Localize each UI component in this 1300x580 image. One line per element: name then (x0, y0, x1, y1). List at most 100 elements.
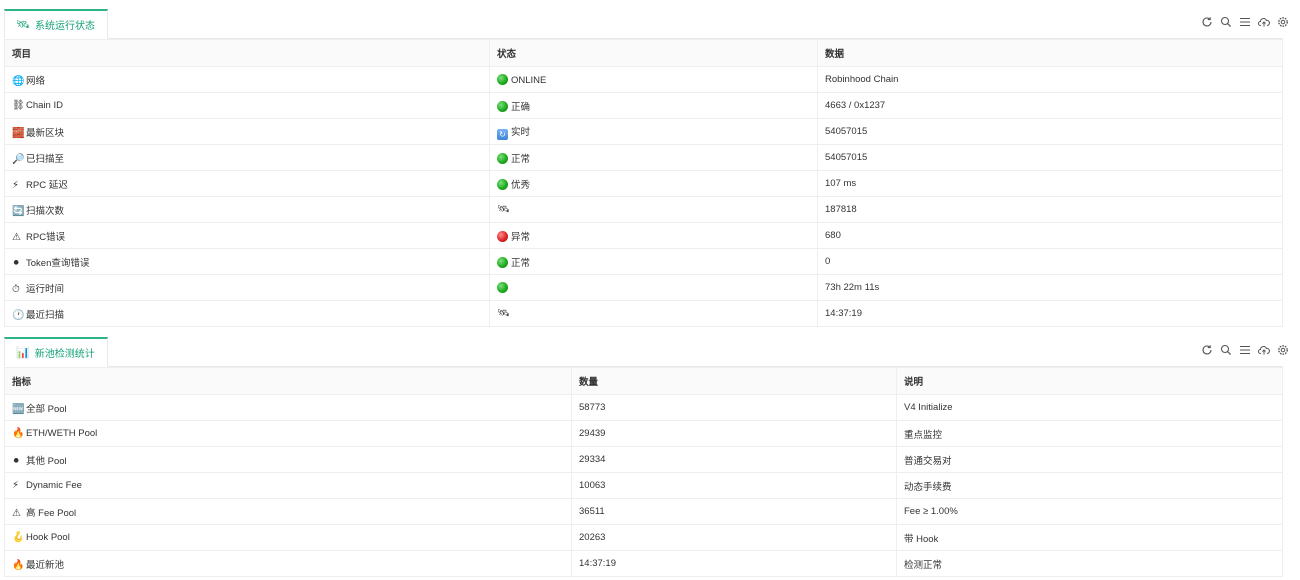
system-status-panel: 🛰 系统运行状态 项目 状态 数据 🌐 网络 ONLINE Robinhood Cha… (4, 9, 1288, 327)
data-cell: 54057015 (817, 118, 1283, 145)
item-cell: 🔄 扫描次数 (4, 196, 490, 223)
tab-label: 系统运行状态 (34, 21, 95, 32)
item-cell: ⚡ RPC 延迟 (4, 170, 490, 197)
count-cell: 29439 (571, 420, 897, 447)
item-label: Token查询错误 (26, 257, 90, 269)
status-text: ONLINE (511, 74, 547, 86)
warning-icon: ⚠ (12, 507, 21, 519)
data-cell: 0 (817, 248, 1283, 275)
brick-icon: 🧱 (12, 127, 25, 139)
metric-cell: 🔥 ETH/WETH Pool (4, 420, 572, 447)
refresh-icon[interactable] (1200, 343, 1213, 356)
settings-icon[interactable] (1276, 15, 1289, 28)
fire-icon: 🔥 (12, 559, 25, 571)
table-row: 🔥 最近新池 14:37:19 检测正常 (4, 550, 1283, 577)
tab-pool-stats[interactable]: 📊 新池检测统计 (4, 337, 108, 367)
count-cell: 36511 (571, 498, 897, 525)
search-icon[interactable] (1219, 15, 1232, 28)
data-cell: 4663 / 0x1237 (817, 92, 1283, 119)
settings-icon[interactable] (1276, 343, 1289, 356)
count-cell: 10063 (571, 472, 897, 499)
table-row: ⚫ Token查询错误 正常 0 (4, 248, 1283, 275)
list-icon[interactable] (1238, 343, 1251, 356)
bar-chart-icon: 📊 (16, 347, 30, 359)
column-header-count[interactable]: 数量 (571, 367, 897, 395)
item-label: RPC错误 (26, 231, 66, 243)
table-row: 🕐 最近扫描 🛰 14:37:19 (4, 300, 1283, 327)
status-cell: ONLINE (489, 66, 818, 93)
status-cell: ↻ 实时 (489, 118, 818, 145)
table-header-row: 项目 状态 数据 (4, 39, 1283, 67)
chain-icon: ⛓ (12, 100, 25, 111)
status-green-icon (497, 281, 508, 293)
status-satellite-icon: 🛰 (497, 308, 510, 319)
item-label: 扫描次数 (26, 205, 65, 217)
item-cell: 🕐 最近扫描 (4, 300, 490, 327)
item-cell: 🔎 已扫描至 (4, 144, 490, 171)
column-header-metric[interactable]: 指标 (4, 367, 572, 395)
list-icon[interactable] (1238, 15, 1251, 28)
metric-label: 全部 Pool (26, 403, 67, 415)
status-cell: 🛰 (489, 196, 818, 223)
column-header-data[interactable]: 数据 (817, 39, 1283, 67)
description-cell: 普通交易对 (896, 446, 1283, 473)
item-label: Chain ID (26, 100, 63, 111)
cloud-upload-icon[interactable] (1257, 343, 1270, 356)
table-row: 🌐 网络 ONLINE Robinhood Chain (4, 66, 1283, 93)
globe-icon: 🌐 (12, 75, 25, 87)
item-cell: ⏱ 运行时间 (4, 274, 490, 301)
column-header-description[interactable]: 说明 (896, 367, 1283, 395)
item-cell: ⛓Chain ID (4, 92, 490, 119)
refresh-icon[interactable] (1200, 15, 1213, 28)
table-header-row: 指标 数量 说明 (4, 367, 1283, 395)
item-cell: ⚫ Token查询错误 (4, 248, 490, 275)
status-text: 异常 (511, 231, 531, 243)
status-table: 项目 状态 数据 🌐 网络 ONLINE Robinhood Chain ⛓Chain … (4, 39, 1283, 327)
status-cell (489, 274, 818, 301)
item-label: 网络 (26, 75, 46, 87)
stopwatch-icon: ⏱ (12, 283, 20, 295)
table-row: ⚠ RPC错误 异常 680 (4, 222, 1283, 249)
description-cell: 检测正常 (896, 550, 1283, 577)
item-label: 已扫描至 (26, 153, 65, 165)
tab-bar: 📊 新池检测统计 (4, 337, 1288, 367)
description-cell: Fee ≥ 1.00% (896, 498, 1283, 525)
table-row: ⚫ 其他 Pool 29334 普通交易对 (4, 446, 1283, 473)
hook-icon: 🪝 (12, 532, 25, 543)
status-green-icon (497, 178, 508, 190)
data-cell: 54057015 (817, 144, 1283, 171)
cloud-upload-icon[interactable] (1257, 15, 1270, 28)
status-text: 实时 (511, 126, 531, 138)
magnifier-icon: 🔎 (12, 153, 25, 165)
count-cell: 58773 (571, 394, 897, 421)
satellite-icon: 🛰 (16, 19, 30, 31)
description-cell: 重点监控 (896, 420, 1283, 447)
description-cell: 动态手续费 (896, 472, 1283, 499)
status-cell: 正常 (489, 248, 818, 275)
tab-system-status[interactable]: 🛰 系统运行状态 (4, 9, 108, 39)
count-cell: 20263 (571, 524, 897, 551)
data-cell: 14:37:19 (817, 300, 1283, 327)
search-icon[interactable] (1219, 343, 1232, 356)
pool-stats-table: 指标 数量 说明 🆕 全部 Pool 58773 V4 Initialize 🔥 ETH/… (4, 367, 1283, 577)
clock-icon: 🕐 (12, 309, 25, 321)
column-header-status[interactable]: 状态 (489, 39, 818, 67)
count-cell: 14:37:19 (571, 550, 897, 577)
data-cell: Robinhood Chain (817, 66, 1283, 93)
description-cell: V4 Initialize (896, 394, 1283, 421)
metric-label: Dynamic Fee (26, 480, 82, 491)
item-label: 最近扫描 (26, 309, 65, 321)
item-cell: 🧱 最新区块 (4, 118, 490, 145)
metric-label: 高 Fee Pool (26, 507, 77, 519)
item-label: RPC 延迟 (26, 179, 68, 191)
data-cell: 680 (817, 222, 1283, 249)
item-label: 最新区块 (26, 127, 65, 139)
metric-cell: 🔥 最近新池 (4, 550, 572, 577)
orb-icon: ⚫ (12, 257, 21, 269)
orb-icon: ⚫ (12, 455, 21, 467)
metric-label: 最近新池 (26, 559, 65, 571)
status-cell: 🛰 (489, 300, 818, 327)
toolbar (1200, 343, 1289, 356)
data-cell: 107 ms (817, 170, 1283, 197)
column-header-item[interactable]: 项目 (4, 39, 490, 67)
